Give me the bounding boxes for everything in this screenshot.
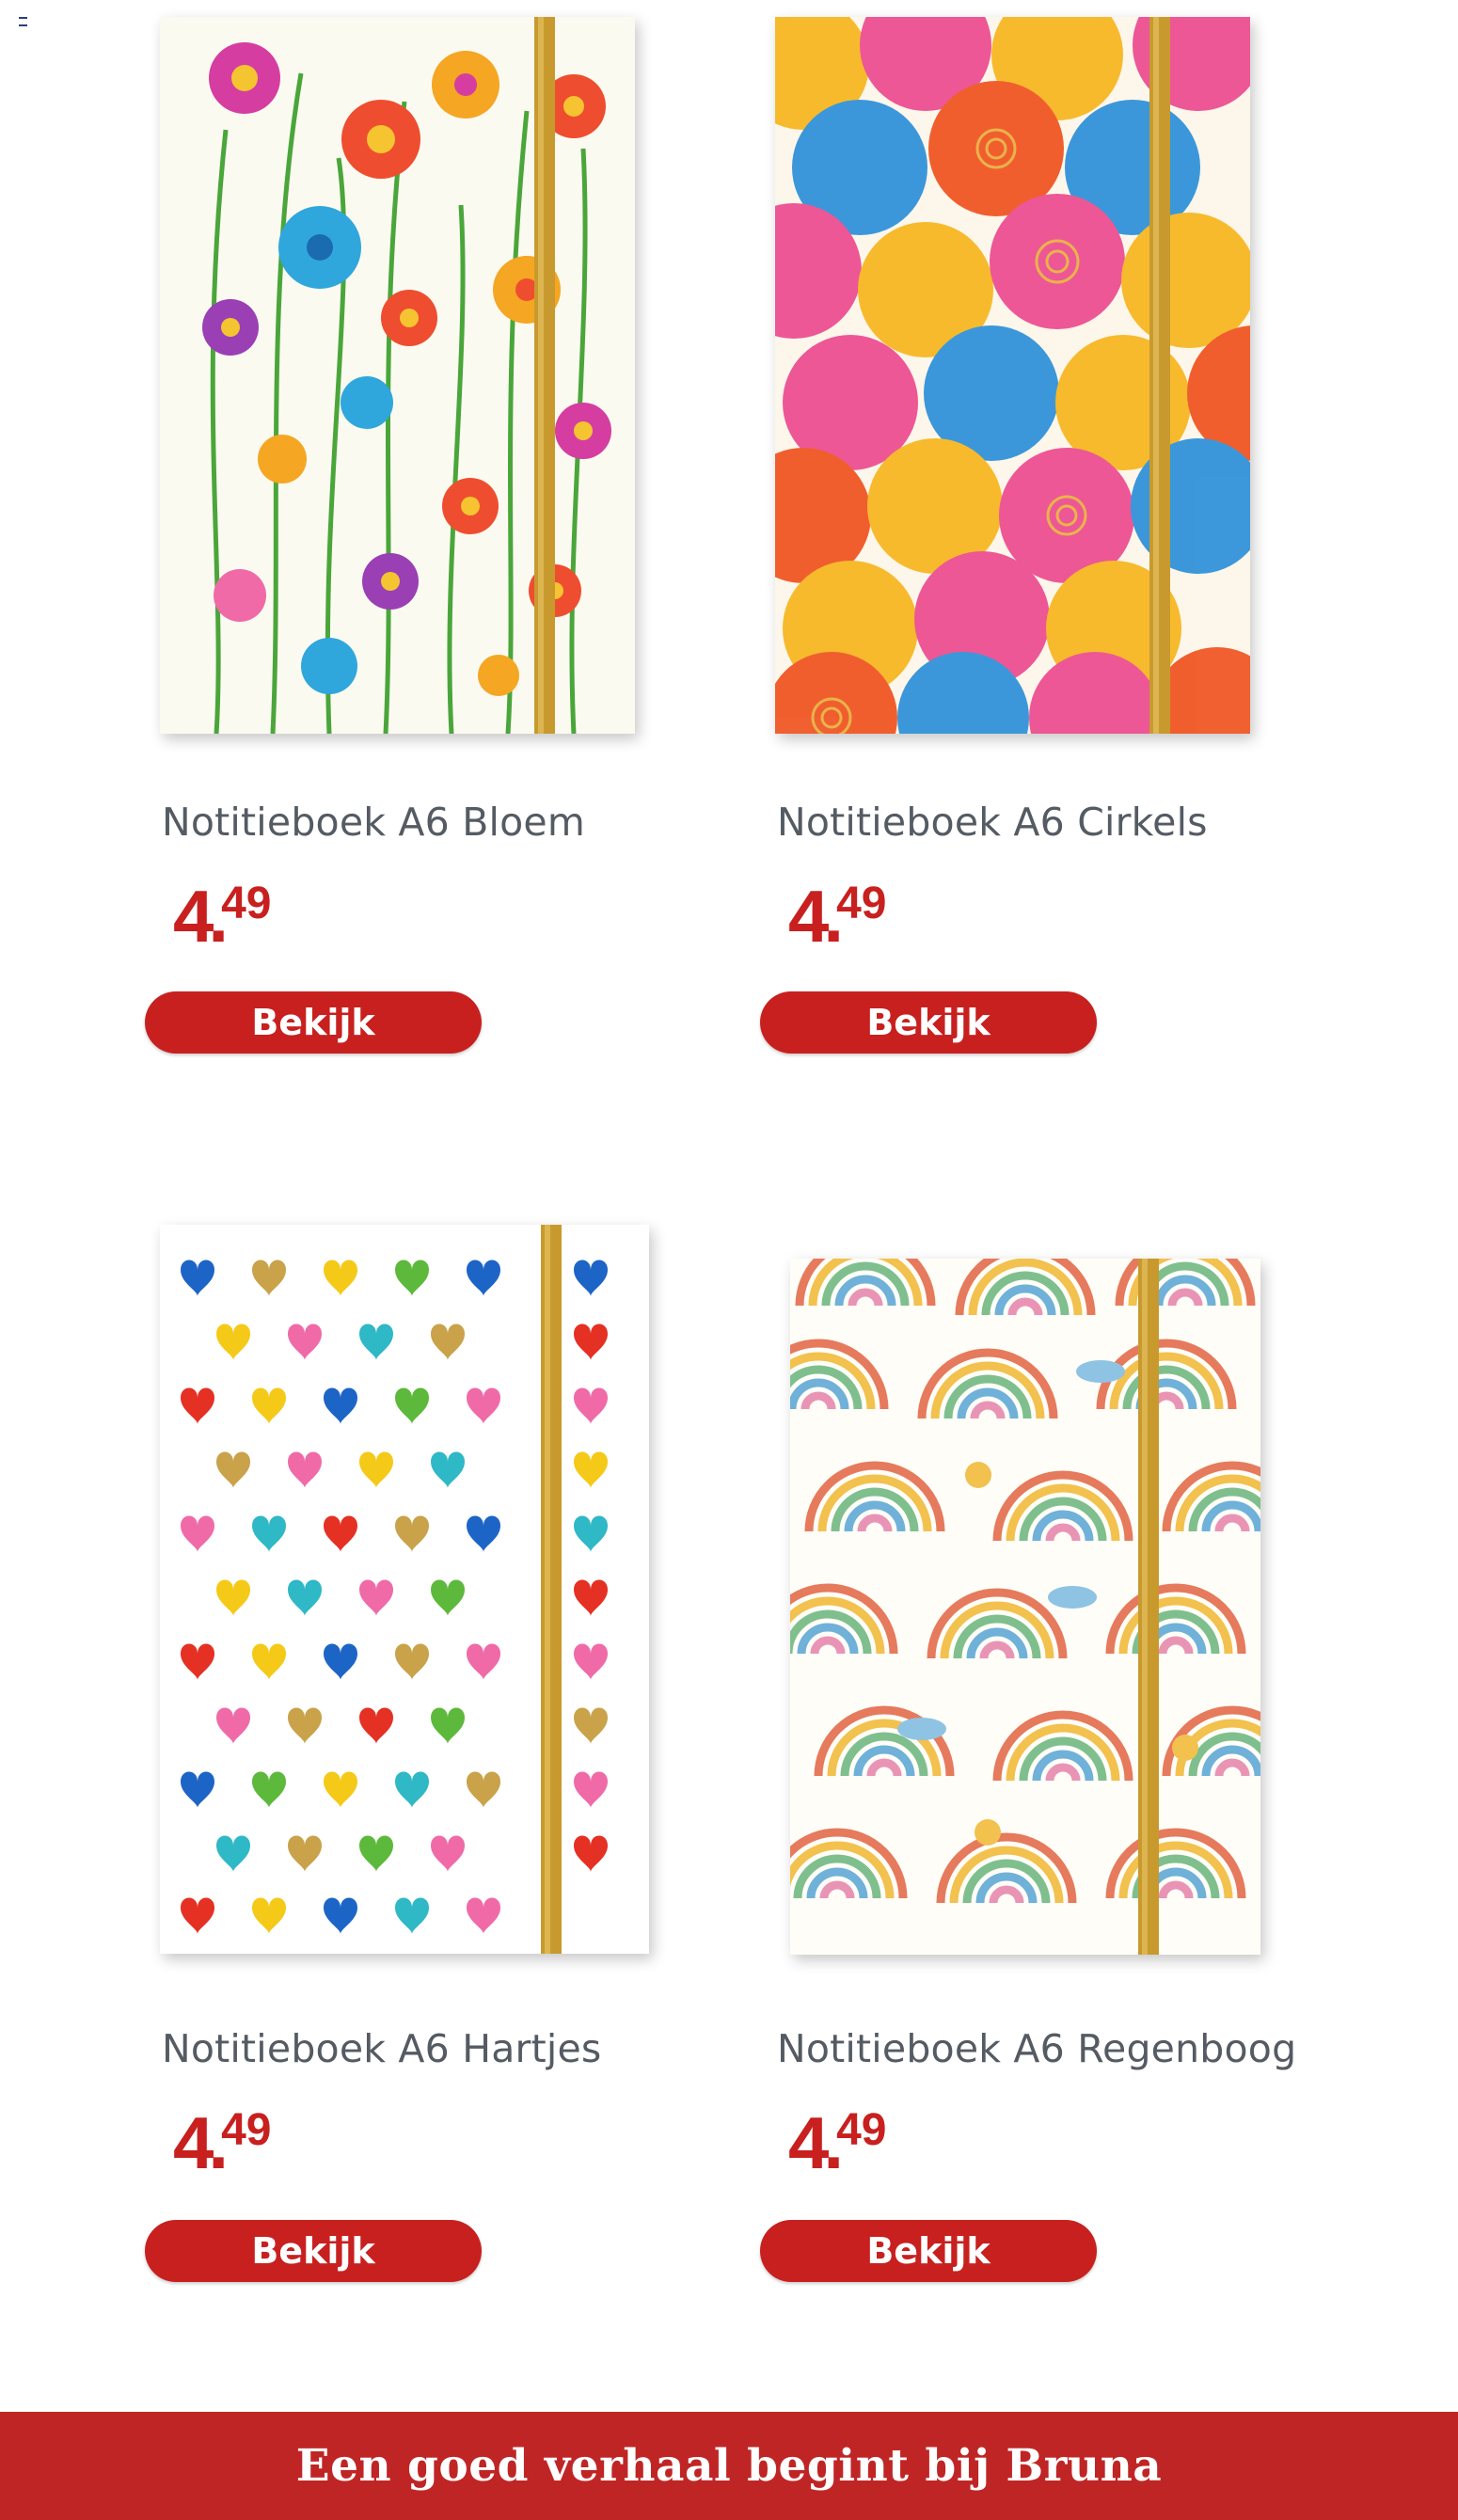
footer-slogan: Een goed verhaal begint bij Bruna xyxy=(295,2440,1163,2492)
view-button[interactable]: Bekijk xyxy=(760,2220,1097,2282)
view-button[interactable]: Bekijk xyxy=(760,991,1097,1054)
footer-banner: Een goed verhaal begint bij Bruna xyxy=(0,2412,1458,2520)
product-title: Notitieboek A6 Cirkels xyxy=(777,800,1208,845)
product-title: Notitieboek A6 Regenboog xyxy=(777,2026,1297,2071)
product-card: Notitieboek A6 Hartjes 4.49 Bekijk xyxy=(141,1225,724,2282)
product-price: 4.49 xyxy=(788,880,886,953)
product-card: Notitieboek A6 Bloem 4.49 Bekijk xyxy=(141,0,724,1054)
view-button[interactable]: Bekijk xyxy=(145,2220,482,2282)
product-card: Notitieboek A6 Cirkels 4.49 Bekijk xyxy=(756,0,1339,1054)
price-cents: 49 xyxy=(221,879,272,928)
product-image-rainbows[interactable] xyxy=(790,1259,1260,1955)
product-title: Notitieboek A6 Bloem xyxy=(162,800,585,845)
price-cents: 49 xyxy=(836,879,887,928)
product-price: 4.49 xyxy=(173,2106,271,2179)
product-image-hearts[interactable] xyxy=(160,1225,649,1954)
price-cents: 49 xyxy=(221,2105,272,2155)
view-button[interactable]: Bekijk xyxy=(145,991,482,1054)
product-card: Notitieboek A6 Regenboog 4.49 Bekijk xyxy=(756,1225,1339,2282)
product-image-circles[interactable] xyxy=(775,17,1250,734)
menu-icon[interactable] xyxy=(19,17,27,26)
price-cents: 49 xyxy=(836,2105,887,2155)
product-price: 4.49 xyxy=(788,2106,886,2179)
product-title: Notitieboek A6 Hartjes xyxy=(162,2026,602,2071)
product-price: 4.49 xyxy=(173,880,271,953)
product-image-flowers[interactable] xyxy=(160,17,635,734)
